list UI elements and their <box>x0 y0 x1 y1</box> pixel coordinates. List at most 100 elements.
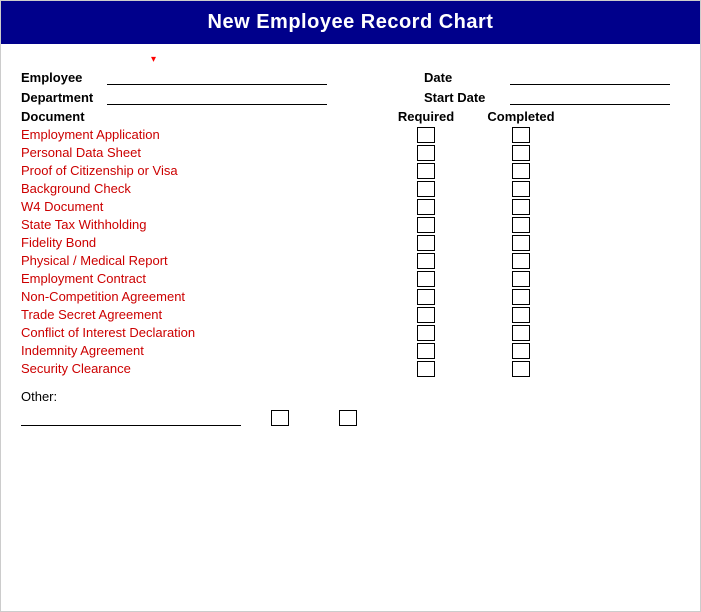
fields-right: Date Start Date <box>424 69 670 105</box>
doc-name: Employment Application <box>21 126 381 143</box>
required-checkbox[interactable] <box>417 307 435 323</box>
required-checkbox[interactable] <box>417 289 435 305</box>
document-table: Document Required Completed Employment A… <box>21 109 680 377</box>
other-input[interactable] <box>21 410 241 426</box>
table-row: Background Check <box>21 180 680 197</box>
completed-checkbox[interactable] <box>512 271 530 287</box>
doc-name: W4 Document <box>21 198 381 215</box>
doc-name: Physical / Medical Report <box>21 252 381 269</box>
table-row: Conflict of Interest Declaration <box>21 324 680 341</box>
completed-cell <box>471 217 571 233</box>
doc-name: Personal Data Sheet <box>21 144 381 161</box>
required-checkbox[interactable] <box>417 217 435 233</box>
required-checkbox[interactable] <box>417 361 435 377</box>
other-required-checkbox[interactable] <box>271 410 289 426</box>
completed-cell <box>471 253 571 269</box>
doc-name: Background Check <box>21 180 381 197</box>
completed-checkbox[interactable] <box>512 325 530 341</box>
required-checkbox[interactable] <box>417 145 435 161</box>
table-row: Employment Contract <box>21 270 680 287</box>
col-required-header: Required <box>381 109 471 124</box>
completed-cell <box>471 325 571 341</box>
page-title: New Employee Record Chart <box>1 1 700 44</box>
table-row: Trade Secret Agreement <box>21 306 680 323</box>
completed-checkbox[interactable] <box>512 253 530 269</box>
completed-cell <box>471 271 571 287</box>
completed-checkbox[interactable] <box>512 307 530 323</box>
completed-cell <box>471 343 571 359</box>
completed-cell <box>471 361 571 377</box>
completed-checkbox[interactable] <box>512 127 530 143</box>
doc-name: Trade Secret Agreement <box>21 306 381 323</box>
other-label: Other: <box>21 389 680 404</box>
required-checkbox[interactable] <box>417 181 435 197</box>
required-cell <box>381 127 471 143</box>
completed-cell <box>471 163 571 179</box>
department-label: Department <box>21 90 101 105</box>
completed-cell <box>471 289 571 305</box>
table-row: Indemnity Agreement <box>21 342 680 359</box>
doc-name: Non-Competition Agreement <box>21 288 381 305</box>
required-checkbox[interactable] <box>417 325 435 341</box>
page: New Employee Record Chart ▾ Employee Dep… <box>0 0 701 612</box>
completed-checkbox[interactable] <box>512 235 530 251</box>
required-checkbox[interactable] <box>417 253 435 269</box>
completed-checkbox[interactable] <box>512 289 530 305</box>
start-date-field-line: Start Date <box>424 89 670 105</box>
doc-name: Security Clearance <box>21 360 381 377</box>
completed-cell <box>471 181 571 197</box>
doc-name: Employment Contract <box>21 270 381 287</box>
required-checkbox[interactable] <box>417 235 435 251</box>
employee-field-line: Employee <box>21 69 327 85</box>
required-cell <box>381 199 471 215</box>
doc-rows-container: Employment ApplicationPersonal Data Shee… <box>21 126 680 377</box>
required-cell <box>381 253 471 269</box>
doc-name: Fidelity Bond <box>21 234 381 251</box>
table-row: State Tax Withholding <box>21 216 680 233</box>
completed-checkbox[interactable] <box>512 163 530 179</box>
other-completed-checkbox[interactable] <box>339 410 357 426</box>
table-row: W4 Document <box>21 198 680 215</box>
start-date-input[interactable] <box>510 89 670 105</box>
employee-input[interactable] <box>107 69 327 85</box>
date-label: Date <box>424 70 504 85</box>
required-cell <box>381 181 471 197</box>
completed-cell <box>471 127 571 143</box>
required-cell <box>381 289 471 305</box>
table-row: Security Clearance <box>21 360 680 377</box>
fields-left: Employee Department <box>21 69 327 105</box>
date-field-line: Date <box>424 69 670 85</box>
required-cell <box>381 145 471 161</box>
completed-checkbox[interactable] <box>512 181 530 197</box>
required-checkbox[interactable] <box>417 199 435 215</box>
col-document-header: Document <box>21 109 381 124</box>
completed-checkbox[interactable] <box>512 361 530 377</box>
required-cell <box>381 307 471 323</box>
completed-checkbox[interactable] <box>512 217 530 233</box>
doc-name: Proof of Citizenship or Visa <box>21 162 381 179</box>
other-row <box>21 410 680 426</box>
department-input[interactable] <box>107 89 327 105</box>
required-cell <box>381 235 471 251</box>
completed-checkbox[interactable] <box>512 343 530 359</box>
required-cell <box>381 163 471 179</box>
required-checkbox[interactable] <box>417 343 435 359</box>
required-checkbox[interactable] <box>417 127 435 143</box>
required-cell <box>381 217 471 233</box>
doc-name: State Tax Withholding <box>21 216 381 233</box>
start-date-label: Start Date <box>424 90 504 105</box>
other-section: Other: <box>21 389 680 446</box>
required-checkbox[interactable] <box>417 271 435 287</box>
required-checkbox[interactable] <box>417 163 435 179</box>
required-cell <box>381 361 471 377</box>
completed-checkbox[interactable] <box>512 145 530 161</box>
required-cell <box>381 325 471 341</box>
department-field-line: Department <box>21 89 327 105</box>
table-row: Proof of Citizenship or Visa <box>21 162 680 179</box>
completed-cell <box>471 199 571 215</box>
table-row: Personal Data Sheet <box>21 144 680 161</box>
completed-checkbox[interactable] <box>512 199 530 215</box>
doc-name: Conflict of Interest Declaration <box>21 324 381 341</box>
col-completed-header: Completed <box>471 109 571 124</box>
date-input[interactable] <box>510 69 670 85</box>
